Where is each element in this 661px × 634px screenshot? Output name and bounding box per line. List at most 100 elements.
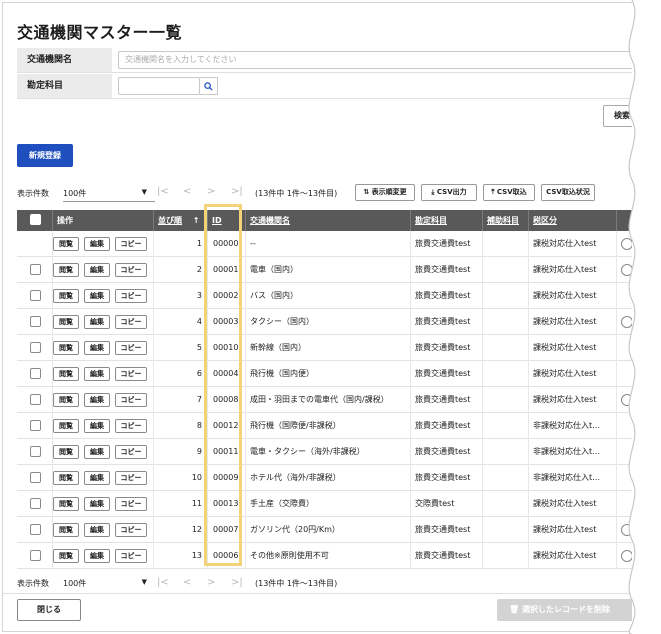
- header-select-all[interactable]: [17, 210, 53, 231]
- view-button[interactable]: 閲覧: [53, 367, 79, 381]
- prev-page-icon[interactable]: <: [183, 577, 191, 588]
- view-button[interactable]: 閲覧: [53, 341, 79, 355]
- row-select-cell: [17, 413, 53, 439]
- copy-button[interactable]: コピー: [115, 445, 147, 459]
- copy-button[interactable]: コピー: [115, 237, 147, 251]
- csv-status-button[interactable]: CSV取込状況: [541, 184, 595, 201]
- view-button[interactable]: 閲覧: [53, 315, 79, 329]
- table-row[interactable]: 閲覧 編集 コピー 6 00004 飛行機（国内便） 旅費交通費test 課税対応仕入test: [17, 361, 632, 387]
- account-search-button[interactable]: [200, 77, 218, 95]
- copy-button[interactable]: コピー: [115, 419, 147, 433]
- edit-button[interactable]: 編集: [84, 471, 110, 485]
- next-page-icon[interactable]: >: [207, 577, 215, 588]
- view-button[interactable]: 閲覧: [53, 549, 79, 563]
- prev-page-icon[interactable]: <: [183, 186, 191, 197]
- table-row[interactable]: 閲覧 編集 コピー 13 00006 その他※原則使用不可 旅費交通費test 課税対応仕入t…: [17, 543, 632, 569]
- table-row[interactable]: 閲覧 編集 コピー 7 00008 成田・羽田までの電車代（国内/課税） 旅費交通費test…: [17, 387, 632, 413]
- edit-button[interactable]: 編集: [84, 315, 110, 329]
- next-page-icon[interactable]: >: [207, 186, 215, 197]
- edit-button[interactable]: 編集: [84, 393, 110, 407]
- count-select[interactable]: 100件 ▼: [63, 578, 155, 589]
- csv-export-button[interactable]: ⤓ CSV出力: [421, 184, 477, 201]
- view-button[interactable]: 閲覧: [53, 419, 79, 433]
- select-all-checkbox[interactable]: [30, 214, 41, 225]
- row-checkbox[interactable]: [30, 368, 41, 379]
- name-cell: 手土産（交際費）: [246, 491, 411, 517]
- copy-button[interactable]: コピー: [115, 497, 147, 511]
- table-row[interactable]: 閲覧 編集 コピー 1 00000 -- 旅費交通費test 課税対応仕入test: [17, 231, 632, 257]
- edit-button[interactable]: 編集: [84, 263, 110, 277]
- edit-button[interactable]: 編集: [84, 367, 110, 381]
- row-checkbox[interactable]: [30, 342, 41, 353]
- table-row[interactable]: 閲覧 編集 コピー 11 00013 手土産（交際費） 交際費test 課税対応仕入test: [17, 491, 632, 517]
- copy-button[interactable]: コピー: [115, 523, 147, 537]
- edit-button[interactable]: 編集: [84, 341, 110, 355]
- row-checkbox[interactable]: [30, 524, 41, 535]
- view-button[interactable]: 閲覧: [53, 471, 79, 485]
- header-sub[interactable]: 補助科目: [483, 210, 529, 231]
- header-tax[interactable]: 税区分: [529, 210, 617, 231]
- copy-button[interactable]: コピー: [115, 471, 147, 485]
- copy-button[interactable]: コピー: [115, 549, 147, 563]
- view-button[interactable]: 閲覧: [53, 289, 79, 303]
- copy-button[interactable]: コピー: [115, 367, 147, 381]
- row-checkbox[interactable]: [30, 550, 41, 561]
- table-row[interactable]: 閲覧 編集 コピー 4 00003 タクシー（国内） 旅費交通費test 課税対応仕入test: [17, 309, 632, 335]
- header-order[interactable]: 並び順 ↑: [154, 210, 208, 231]
- header-id[interactable]: ID: [208, 210, 246, 231]
- last-page-icon[interactable]: >|: [231, 186, 243, 197]
- table-row[interactable]: 閲覧 編集 コピー 8 00012 飛行機（国際便/非課税） 旅費交通費test 非課税対応仕…: [17, 413, 632, 439]
- last-page-icon[interactable]: >|: [231, 577, 243, 588]
- table-row[interactable]: 閲覧 編集 コピー 5 00010 新幹線（国内） 旅費交通費test 課税対応仕入test: [17, 335, 632, 361]
- copy-button[interactable]: コピー: [115, 393, 147, 407]
- row-checkbox[interactable]: [30, 420, 41, 431]
- edit-button[interactable]: 編集: [84, 523, 110, 537]
- new-register-button[interactable]: 新規登録: [17, 144, 73, 167]
- view-button[interactable]: 閲覧: [53, 393, 79, 407]
- order-change-button[interactable]: ⇅ 表示順変更: [355, 184, 415, 201]
- table-row[interactable]: 閲覧 編集 コピー 10 00009 ホテル代（海外/非課税） 旅費交通費test 非課税対応…: [17, 465, 632, 491]
- delete-selected-button[interactable]: 🗑 選択したレコードを削除: [497, 599, 632, 621]
- header-name[interactable]: 交通機関名: [246, 210, 411, 231]
- view-button[interactable]: 閲覧: [53, 237, 79, 251]
- edit-button[interactable]: 編集: [84, 289, 110, 303]
- row-checkbox[interactable]: [30, 264, 41, 275]
- row-checkbox[interactable]: [30, 290, 41, 301]
- name-filter-input[interactable]: 交通機関名を入力してください: [118, 51, 632, 69]
- table-row[interactable]: 閲覧 編集 コピー 12 00007 ガソリン代（20円/Km） 旅費交通費test 課税対応…: [17, 517, 632, 543]
- csv-import-button[interactable]: ⤒ CSV取込: [483, 184, 535, 201]
- view-button[interactable]: 閲覧: [53, 497, 79, 511]
- close-button[interactable]: 閉じる: [17, 599, 81, 621]
- view-button[interactable]: 閲覧: [53, 263, 79, 277]
- account-cell: 旅費交通費test: [411, 335, 483, 361]
- row-ops-cell: 閲覧 編集 コピー: [53, 309, 154, 335]
- first-page-icon[interactable]: |<: [157, 577, 169, 588]
- copy-button[interactable]: コピー: [115, 263, 147, 277]
- edit-button[interactable]: 編集: [84, 445, 110, 459]
- view-button[interactable]: 閲覧: [53, 523, 79, 537]
- table-row[interactable]: 閲覧 編集 コピー 3 00002 バス（国内） 旅費交通費test 課税対応仕入test: [17, 283, 632, 309]
- row-checkbox[interactable]: [30, 498, 41, 509]
- sort-icon: ⇅: [363, 188, 372, 196]
- row-checkbox[interactable]: [30, 472, 41, 483]
- table-row[interactable]: 閲覧 編集 コピー 9 00011 電車・タクシー（海外/非課税） 旅費交通費test 非課税…: [17, 439, 632, 465]
- account-cell: 旅費交通費test: [411, 413, 483, 439]
- count-select[interactable]: 100件 ▼: [63, 188, 155, 199]
- copy-button[interactable]: コピー: [115, 341, 147, 355]
- row-ops-cell: 閲覧 編集 コピー: [53, 517, 154, 543]
- row-checkbox[interactable]: [30, 394, 41, 405]
- table-row[interactable]: 閲覧 編集 コピー 2 00001 電車（国内） 旅費交通費test 課税対応仕入test: [17, 257, 632, 283]
- edit-button[interactable]: 編集: [84, 497, 110, 511]
- edit-button[interactable]: 編集: [84, 237, 110, 251]
- first-page-icon[interactable]: |<: [157, 186, 169, 197]
- view-button[interactable]: 閲覧: [53, 445, 79, 459]
- copy-button[interactable]: コピー: [115, 315, 147, 329]
- copy-button[interactable]: コピー: [115, 289, 147, 303]
- row-checkbox[interactable]: [30, 446, 41, 457]
- edit-button[interactable]: 編集: [84, 419, 110, 433]
- account-filter-input[interactable]: [118, 77, 200, 95]
- header-account[interactable]: 勘定科目: [411, 210, 483, 231]
- row-checkbox[interactable]: [30, 316, 41, 327]
- edit-button[interactable]: 編集: [84, 549, 110, 563]
- row-select-cell: [17, 335, 53, 361]
